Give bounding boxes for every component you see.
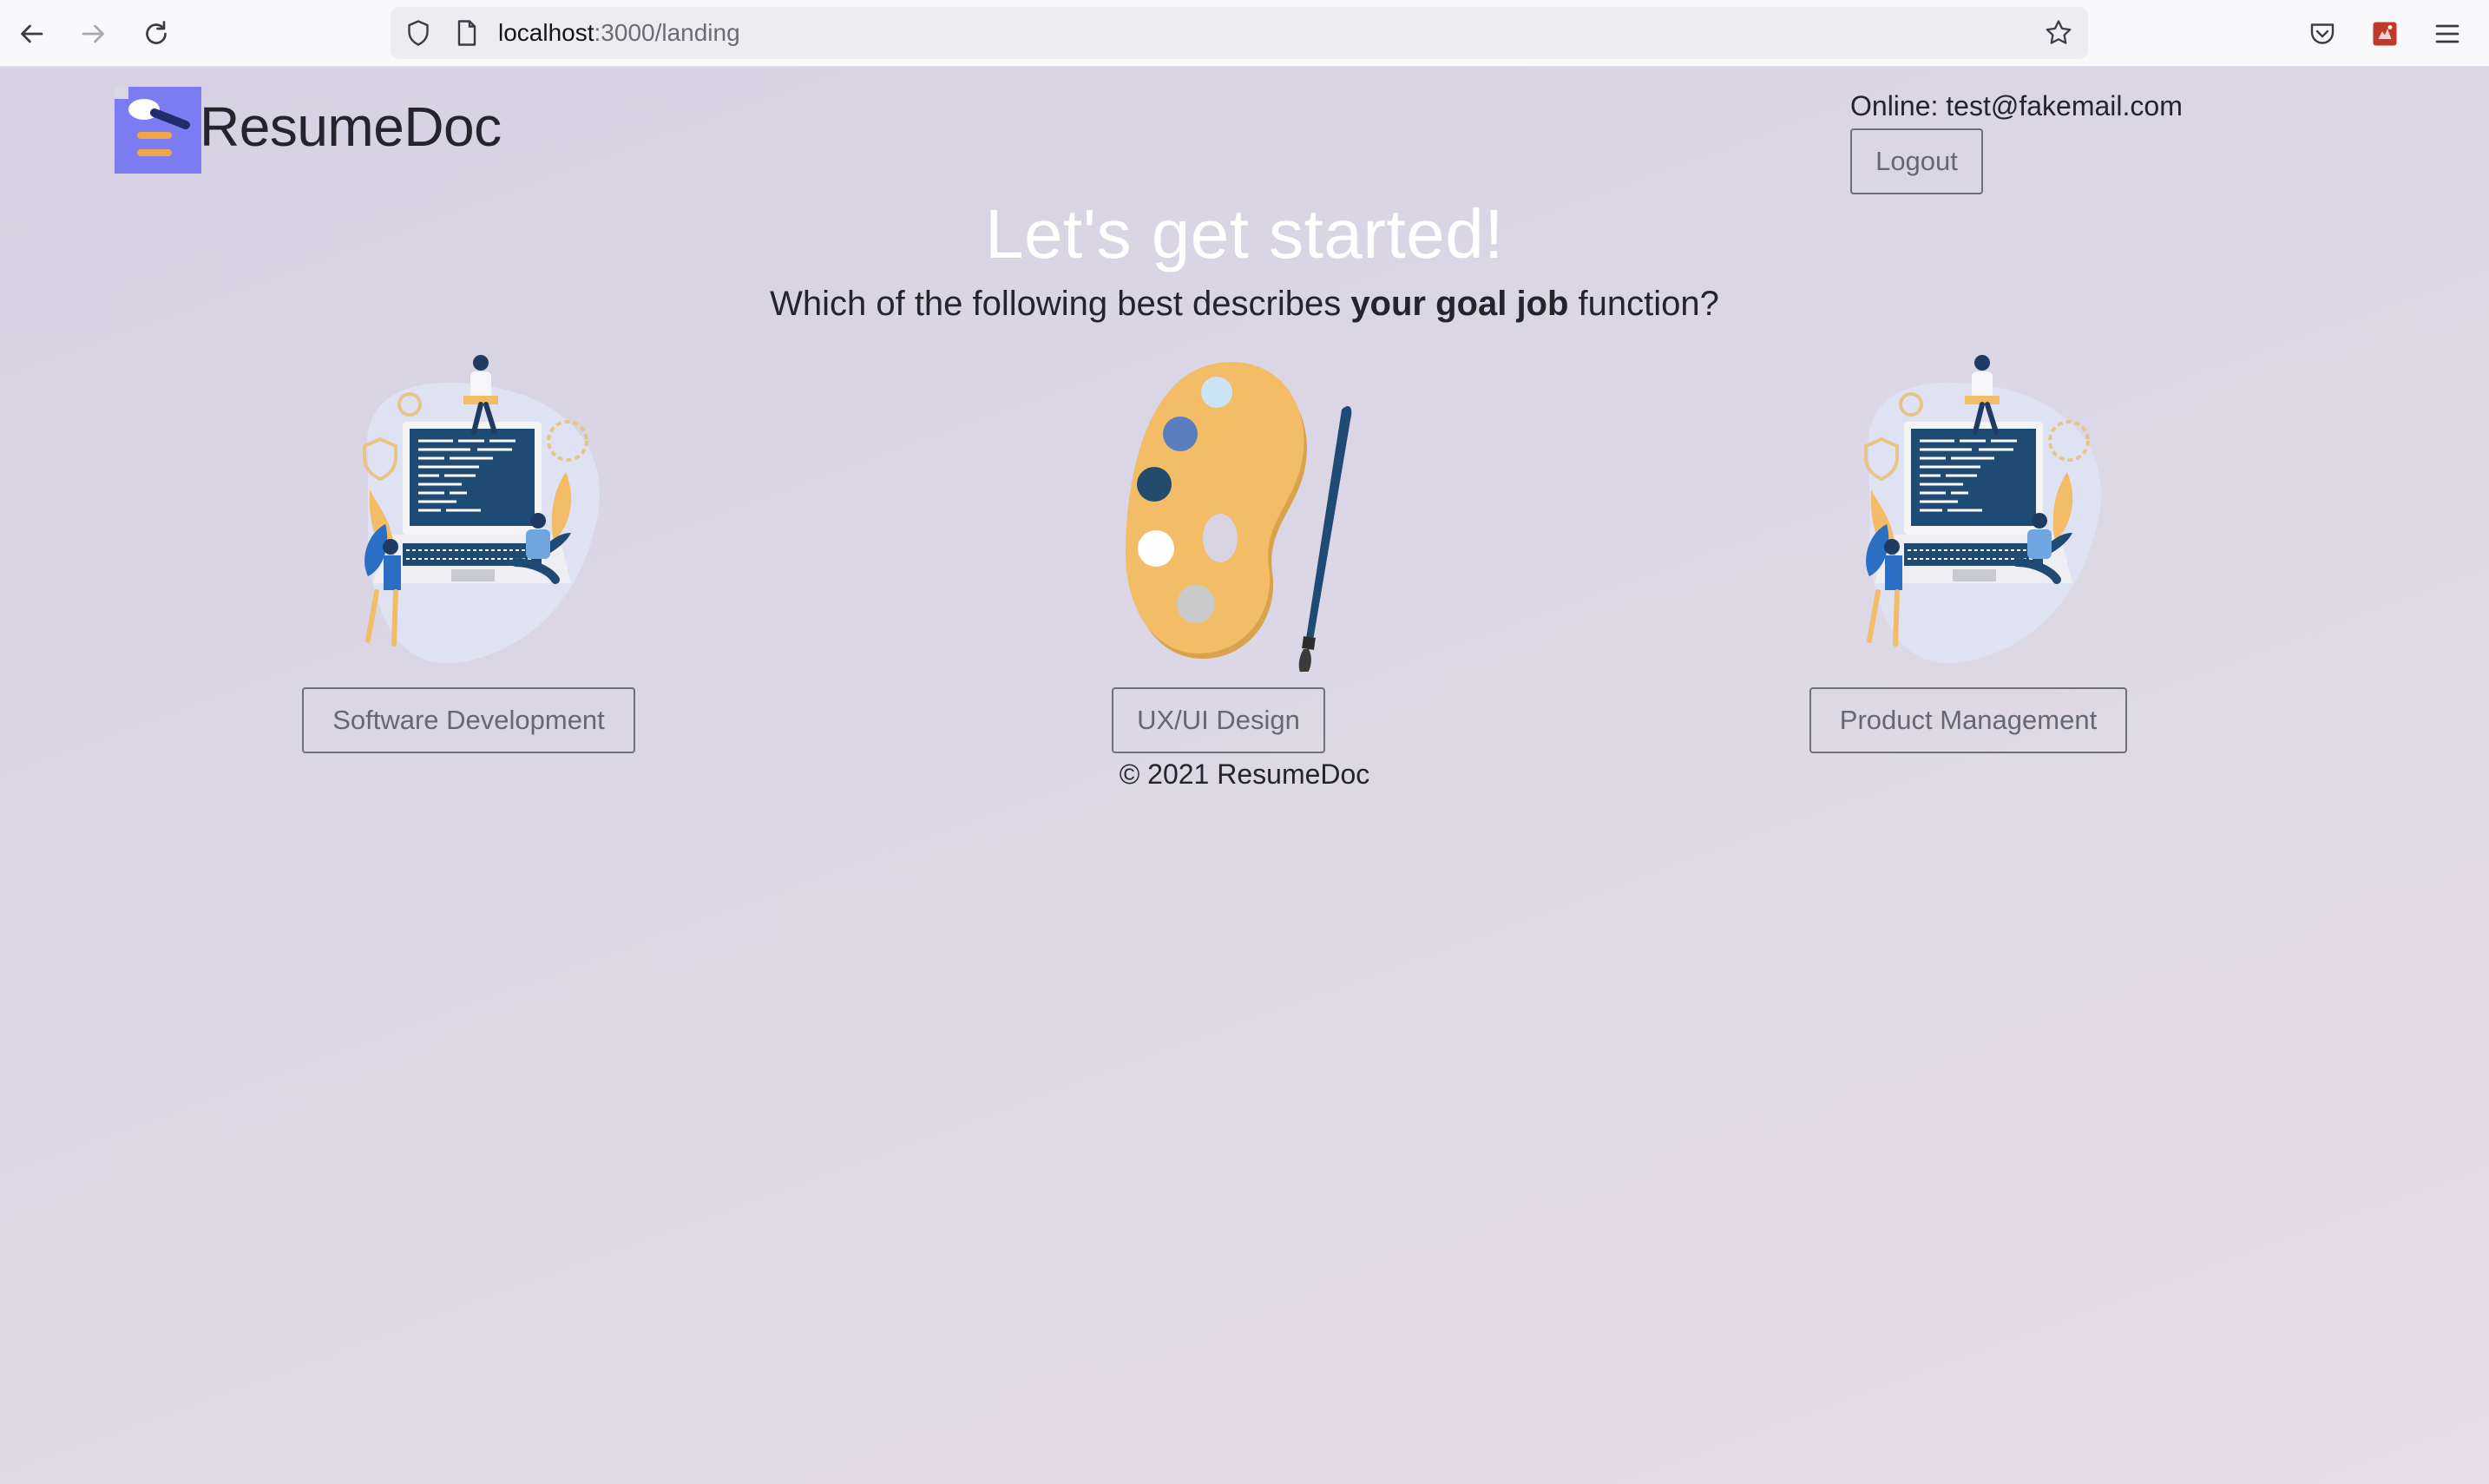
developers-laptop-illustration bbox=[333, 351, 611, 672]
extension-icon[interactable] bbox=[2366, 15, 2404, 53]
job-function-question: Which of the following best describes yo… bbox=[0, 281, 2489, 326]
forward-arrow-icon[interactable] bbox=[75, 15, 113, 53]
software-development-button[interactable]: Software Development bbox=[302, 687, 635, 753]
url-host: localhost bbox=[498, 19, 594, 46]
back-arrow-icon[interactable] bbox=[12, 15, 50, 53]
url-text[interactable]: localhost:3000/landing bbox=[498, 7, 740, 59]
brand-name[interactable]: ResumeDoc bbox=[200, 92, 502, 161]
landing-page: ResumeDoc Online: test@fakemail.com Logo… bbox=[0, 68, 2489, 1484]
page-icon bbox=[457, 20, 476, 46]
question-suffix: function? bbox=[1568, 285, 1719, 323]
online-status: Online: test@fakemail.com bbox=[1850, 90, 2183, 121]
url-bar[interactable]: localhost:3000/landing bbox=[391, 7, 2088, 59]
logout-button[interactable]: Logout bbox=[1850, 128, 1983, 194]
ux-ui-design-button[interactable]: UX/UI Design bbox=[1112, 687, 1325, 753]
resumedoc-logo-icon[interactable] bbox=[115, 87, 201, 174]
paint-palette-illustration bbox=[1116, 351, 1368, 672]
copyright-footer: © 2021 ResumeDoc bbox=[1119, 758, 1370, 790]
developers-laptop-illustration bbox=[1835, 351, 2112, 672]
browser-toolbar: localhost:3000/landing bbox=[0, 0, 2489, 68]
reload-icon[interactable] bbox=[137, 15, 175, 53]
product-management-button[interactable]: Product Management bbox=[1809, 687, 2127, 753]
pocket-icon[interactable] bbox=[2303, 15, 2341, 53]
shield-icon[interactable] bbox=[403, 17, 434, 49]
url-path: :3000/landing bbox=[594, 19, 740, 46]
page-title: Let's get started! bbox=[985, 195, 1504, 273]
question-emphasis: your goal job bbox=[1350, 285, 1569, 323]
bookmark-star-icon[interactable] bbox=[2043, 17, 2074, 49]
question-prefix: Which of the following best describes bbox=[770, 285, 1351, 323]
menu-icon[interactable] bbox=[2428, 15, 2466, 53]
